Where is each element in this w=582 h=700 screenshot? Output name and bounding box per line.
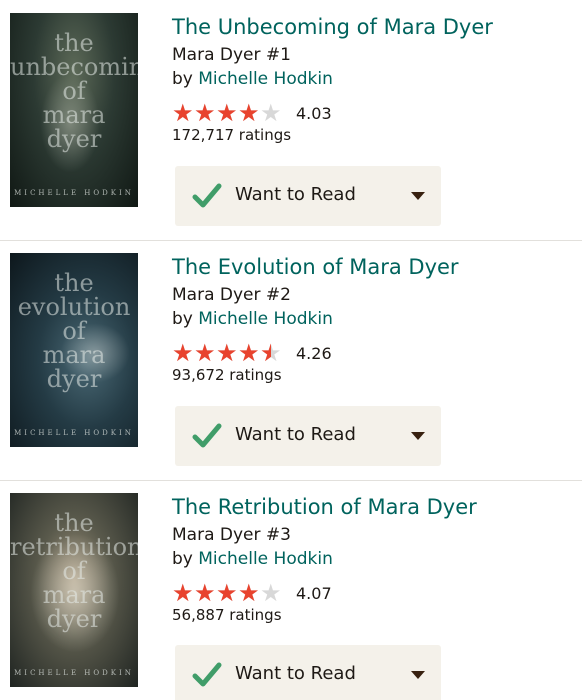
- book-title[interactable]: The Evolution of Mara Dyer: [172, 255, 459, 279]
- byline: by Michelle Hodkin: [172, 309, 333, 329]
- caret-down-icon[interactable]: [411, 671, 425, 679]
- star-icon: ★★: [194, 339, 216, 367]
- book-cover[interactable]: the unbecoming of mara dyer MICHELLE HOD…: [10, 13, 138, 207]
- cover-title: the evolution of mara dyer: [17, 269, 131, 393]
- byline: by Michelle Hodkin: [172, 69, 333, 89]
- rating-row: ★★★★★★★★★★ 4.07: [172, 581, 332, 605]
- star-fill: ★: [238, 102, 260, 124]
- star-icon: ★★: [238, 579, 260, 607]
- byline: by Michelle Hodkin: [172, 549, 333, 569]
- star-icon: ★★: [216, 579, 238, 607]
- shelf-label: Want to Read: [235, 184, 356, 205]
- cover-author: MICHELLE HODKIN: [14, 189, 134, 197]
- series-label: Mara Dyer #2: [172, 285, 291, 305]
- book-title[interactable]: The Retribution of Mara Dyer: [172, 495, 477, 519]
- book-item: the evolution of mara dyer MICHELLE HODK…: [0, 240, 582, 480]
- star-fill: ★: [194, 582, 216, 604]
- want-to-read-button[interactable]: Want to Read: [175, 645, 441, 700]
- check-icon: [192, 662, 222, 687]
- book-item: the retribution of mara dyer MICHELLE HO…: [0, 480, 582, 700]
- cover-title: the unbecoming of mara dyer: [10, 29, 138, 153]
- ratings-count: 93,672 ratings: [172, 366, 282, 384]
- star-fill: ★: [216, 102, 238, 124]
- shelf-label: Want to Read: [235, 424, 356, 445]
- star-rating: ★★★★★★★★★★: [172, 339, 282, 367]
- star-icon: ★★: [260, 579, 282, 607]
- star-fill: ★: [172, 582, 194, 604]
- star-icon: ★★: [260, 99, 282, 127]
- caret-down-icon[interactable]: [411, 192, 425, 200]
- rating-row: ★★★★★★★★★★ 4.03: [172, 101, 332, 125]
- star-icon: ★★: [260, 339, 282, 367]
- star-fill: ★: [194, 342, 216, 364]
- book-title[interactable]: The Unbecoming of Mara Dyer: [172, 15, 493, 39]
- ratings-count: 172,717 ratings: [172, 126, 292, 144]
- average-rating: 4.26: [296, 343, 332, 363]
- series-label: Mara Dyer #1: [172, 45, 291, 65]
- book-list: the unbecoming of mara dyer MICHELLE HOD…: [0, 0, 582, 700]
- star-icon: ★★: [194, 579, 216, 607]
- star-icon: ★★: [172, 579, 194, 607]
- star-fill: ★: [172, 102, 194, 124]
- star-fill: ★: [172, 342, 194, 364]
- author-link[interactable]: Michelle Hodkin: [198, 549, 333, 569]
- shelf-label: Want to Read: [235, 663, 356, 684]
- star-icon: ★★: [238, 99, 260, 127]
- rating-row: ★ ★ ★ ★ ★ ★ ★ ★ ★ ★ 4.26: [172, 341, 332, 365]
- check-icon: [192, 183, 222, 208]
- average-rating: 4.07: [296, 583, 332, 603]
- star-fill: ★: [238, 582, 260, 604]
- book-cover[interactable]: the retribution of mara dyer MICHELLE HO…: [10, 493, 138, 687]
- check-icon: [192, 423, 222, 448]
- want-to-read-button[interactable]: Want to Read: [175, 166, 441, 226]
- star-icon: ★★: [172, 99, 194, 127]
- star-fill: ★: [194, 102, 216, 124]
- star-fill: ★: [216, 342, 238, 364]
- book-cover[interactable]: the evolution of mara dyer MICHELLE HODK…: [10, 253, 138, 447]
- series-label: Mara Dyer #3: [172, 525, 291, 545]
- star-fill: ★: [260, 342, 271, 364]
- star-rating: ★★★★★★★★★★: [172, 579, 282, 607]
- by-prefix: by: [172, 309, 193, 329]
- want-to-read-button[interactable]: Want to Read: [175, 406, 441, 466]
- star-rating: ★★★★★★★★★★: [172, 99, 282, 127]
- star-fill: ★: [216, 582, 238, 604]
- by-prefix: by: [172, 69, 193, 89]
- average-rating: 4.03: [296, 103, 332, 123]
- caret-down-icon[interactable]: [411, 432, 425, 440]
- star-icon: ★★: [194, 99, 216, 127]
- cover-title: the retribution of mara dyer: [10, 509, 138, 633]
- star-icon: ★★: [172, 339, 194, 367]
- star-fill: ★: [238, 342, 260, 364]
- book-item: the unbecoming of mara dyer MICHELLE HOD…: [0, 0, 582, 240]
- author-link[interactable]: Michelle Hodkin: [198, 69, 333, 89]
- by-prefix: by: [172, 549, 193, 569]
- star-icon: ★★: [238, 339, 260, 367]
- author-link[interactable]: Michelle Hodkin: [198, 309, 333, 329]
- cover-author: MICHELLE HODKIN: [14, 669, 134, 677]
- ratings-count: 56,887 ratings: [172, 606, 282, 624]
- star-icon: ★★: [216, 339, 238, 367]
- star-icon: ★★: [216, 99, 238, 127]
- cover-author: MICHELLE HODKIN: [14, 429, 134, 437]
